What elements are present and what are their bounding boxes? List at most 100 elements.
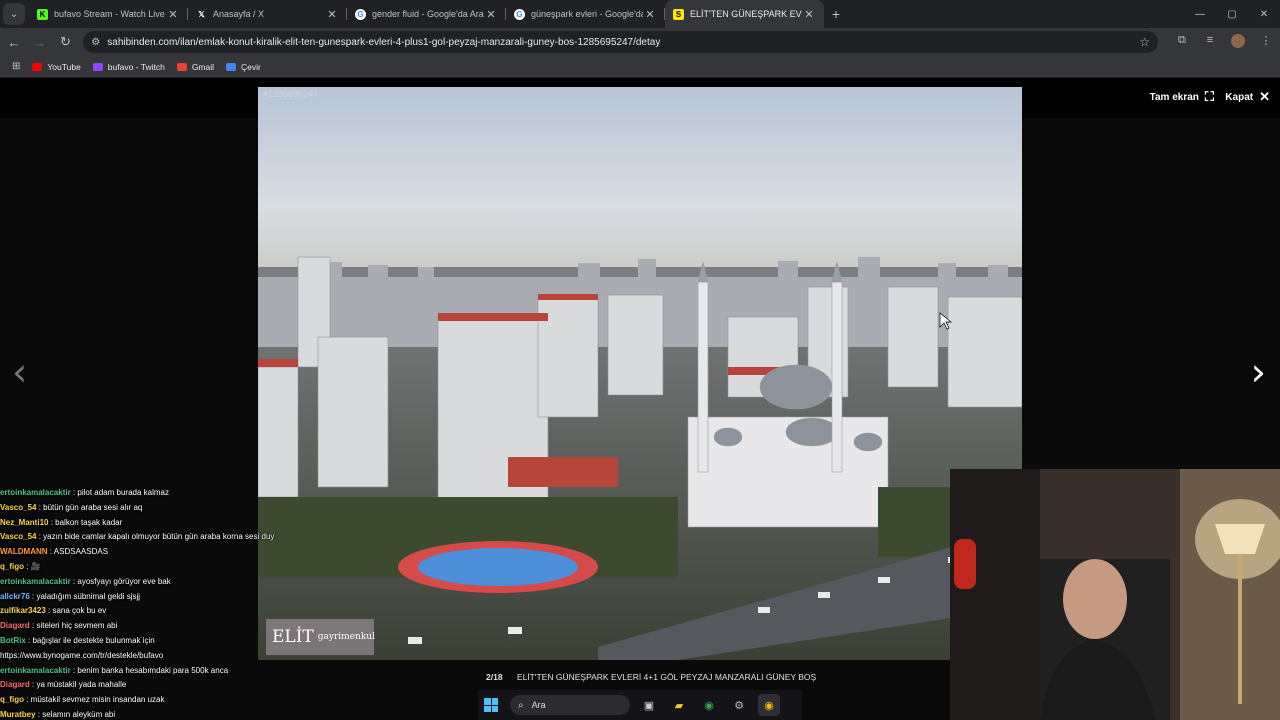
city-photo-image xyxy=(258,87,1022,660)
close-gallery-button[interactable]: Kapat ✕ xyxy=(1225,89,1270,105)
media-icon[interactable]: ≡ xyxy=(1196,34,1224,51)
chat-username[interactable]: ertoinkamalacaktir xyxy=(0,577,71,586)
chat-text: selamın aleyküm abi xyxy=(42,709,116,719)
close-label: Kapat xyxy=(1225,91,1254,103)
chat-username[interactable]: allckr76 xyxy=(0,592,30,601)
bookmark-item[interactable]: YouTube xyxy=(32,61,81,72)
chat-text: bağışlar ile destekte bulunmak için xyxy=(32,635,155,645)
bookmark-favicon-icon xyxy=(176,62,187,71)
chat-message: Diagard : ya müstakil yada mahalle xyxy=(0,678,300,693)
listing-photo[interactable]: #1285695247 ELİT gayrimenkul xyxy=(258,87,1022,660)
bookmark-label: YouTube xyxy=(47,61,81,72)
chat-username[interactable]: Muratbey xyxy=(0,710,36,719)
chat-message: q_figo : 🎥 xyxy=(0,560,300,575)
close-window-icon[interactable]: ✕ xyxy=(1248,0,1280,28)
minimize-icon[interactable]: — xyxy=(1184,0,1216,28)
chat-text: sana çok bu ev xyxy=(52,606,107,616)
windows-start-icon[interactable] xyxy=(484,698,498,712)
x-icon: 𝕏 xyxy=(198,9,205,19)
chat-username[interactable]: ertoinkamalacaktir xyxy=(0,488,71,497)
bookmark-item[interactable]: Gmail xyxy=(176,61,215,72)
maximize-icon[interactable]: ▢ xyxy=(1216,0,1248,28)
tab-title: gender fluid - Google'da Ara xyxy=(372,9,484,19)
task-view-icon[interactable]: ▣ xyxy=(638,694,660,716)
chat-username[interactable]: q_figo xyxy=(0,562,24,571)
chat-username[interactable]: Nez_Manti10 xyxy=(0,518,48,527)
next-photo-arrow-icon[interactable]: › xyxy=(1251,350,1266,394)
taskbar-search-label: Ara xyxy=(531,700,546,710)
back-icon[interactable]: ← xyxy=(2,30,26,54)
browser-tab[interactable]: Ggüneşpark evleri - Google'da Ar✕ xyxy=(506,0,665,28)
chat-message: ertoinkamalacaktir : pilot adam burada k… xyxy=(0,486,300,501)
photo-counter: 2/18 xyxy=(486,672,503,682)
chat-text: yazın bide camlar kapalı olmuyor bütün g… xyxy=(43,532,275,542)
chat-text: siteleri hiç sevmem abi xyxy=(36,621,118,631)
chat-text: benim banka hesabımdaki para 500k anca xyxy=(77,665,229,675)
url-text: sahibinden.com/ilan/emlak-konut-kiralik-… xyxy=(107,36,661,48)
bookmark-favicon-icon xyxy=(92,62,103,71)
browser-tab[interactable]: 𝕏 Anasayfa / X ✕ xyxy=(188,0,347,28)
bookmark-star-icon[interactable]: ☆ xyxy=(1139,35,1150,49)
chat-message: WALDMANN : ASDSAASDAS xyxy=(0,545,300,560)
bookmark-favicon-icon xyxy=(32,62,43,71)
close-tab-icon[interactable]: ✕ xyxy=(802,8,816,21)
fullscreen-button[interactable]: Tam ekran ⛶ xyxy=(1150,89,1214,105)
tab-search-button[interactable]: ⌄ xyxy=(3,3,25,25)
chat-username[interactable]: WALDMANN xyxy=(0,547,48,556)
chat-username[interactable]: Diagard xyxy=(0,621,30,630)
browser-tab[interactable]: Kbufavo Stream - Watch Live on ✕ xyxy=(29,0,188,28)
browser-tab[interactable]: S ELİT'TEN GÜNEŞPARK EVLERİ 4✕ xyxy=(665,0,824,28)
apps-grid-icon[interactable]: ⊞ xyxy=(12,61,20,72)
previous-photo-arrow-icon[interactable]: ‹ xyxy=(12,350,27,394)
bookmark-label: Çevir xyxy=(241,61,261,72)
taskbar-search[interactable]: ⌕ Ara xyxy=(510,695,630,715)
bookmark-label: bufavo - Twitch xyxy=(107,61,165,72)
chat-username[interactable]: Diagard xyxy=(0,680,30,689)
browser-tab[interactable]: Ggender fluid - Google'da Ara ✕ xyxy=(347,0,506,28)
window-controls: — ▢ ✕ xyxy=(1184,0,1280,28)
bookmark-item[interactable]: Çevir xyxy=(226,62,261,72)
settings-icon[interactable]: ⚙ xyxy=(728,694,750,716)
reload-icon[interactable]: ↻ xyxy=(54,30,78,54)
chat-username[interactable]: ertoinkamalacaktir xyxy=(0,666,71,675)
chat-message: https://www.bynogame.com/tr/destekle/buf… xyxy=(0,649,300,664)
chat-message: allckr76 : yaladığım sübnimal geldi sjsj… xyxy=(0,590,300,605)
chat-username[interactable]: BotRix xyxy=(0,636,26,645)
chat-text: yaladığım sübnimal geldi sjsjj xyxy=(36,591,141,601)
webcam-overlay xyxy=(950,469,1280,720)
profile-avatar[interactable] xyxy=(1224,33,1252,51)
chat-username[interactable]: zulfikar3423 xyxy=(0,606,46,615)
forward-icon[interactable]: → xyxy=(28,30,52,54)
bookmark-label: Gmail xyxy=(191,61,215,72)
bookmark-list: YouTube bufavo - Twitch Gmail Çevir xyxy=(20,61,261,72)
bookmark-item[interactable]: bufavo - Twitch xyxy=(92,61,165,72)
chat-message: zulfikar3423 : sana çok bu ev xyxy=(0,604,300,619)
chrome-icon[interactable]: ◉ xyxy=(698,694,720,716)
chat-username[interactable]: q_figo xyxy=(0,695,24,704)
chat-text: ayosfyayı görüyor eve bak xyxy=(77,576,171,586)
windows-taskbar: ⌕ Ara ▣ ▰ ◉ ⚙ ◉ xyxy=(478,690,802,720)
close-icon: ✕ xyxy=(1259,89,1270,104)
bookmarks-bar: ⊞ YouTube bufavo - Twitch Gmail Çevir xyxy=(0,56,1280,78)
tab-title: bufavo Stream - Watch Live on xyxy=(54,9,166,19)
chat-message: Vasco_54 : bütün gün araba sesi alır aq xyxy=(0,501,300,516)
site-info-icon[interactable]: ⚙ xyxy=(91,37,100,48)
close-tab-icon[interactable]: ✕ xyxy=(166,8,180,21)
sahibinden-icon: S xyxy=(673,8,684,20)
close-tab-icon[interactable]: ✕ xyxy=(643,8,657,21)
browser-toolbar: ← → ↻ ⚙ sahibinden.com/ilan/emlak-konut-… xyxy=(0,28,1280,56)
address-bar[interactable]: ⚙ sahibinden.com/ilan/emlak-konut-kirali… xyxy=(83,31,1158,53)
chat-username[interactable]: Vasco_54 xyxy=(0,532,36,541)
chat-username[interactable]: Vasco_54 xyxy=(0,503,36,512)
chat-message: q_figo : müstakil sevmez misin insandan … xyxy=(0,693,300,708)
photo-caption: 2/18 ELİT'TEN GÜNEŞPARK EVLERİ 4+1 GÖL P… xyxy=(486,672,816,682)
watermark-subtext: gayrimenkul xyxy=(317,632,375,642)
close-tab-icon[interactable]: ✕ xyxy=(325,8,339,21)
chrome-icon[interactable]: ◉ xyxy=(758,694,780,716)
extensions-icon[interactable]: ⧉ xyxy=(1168,34,1196,51)
chat-message: ertoinkamalacaktir : benim banka hesabım… xyxy=(0,664,300,679)
close-tab-icon[interactable]: ✕ xyxy=(484,8,498,21)
file-explorer-icon[interactable]: ▰ xyxy=(668,694,690,716)
menu-icon[interactable]: ⋮ xyxy=(1252,34,1280,51)
new-tab-button[interactable]: + xyxy=(824,0,848,28)
